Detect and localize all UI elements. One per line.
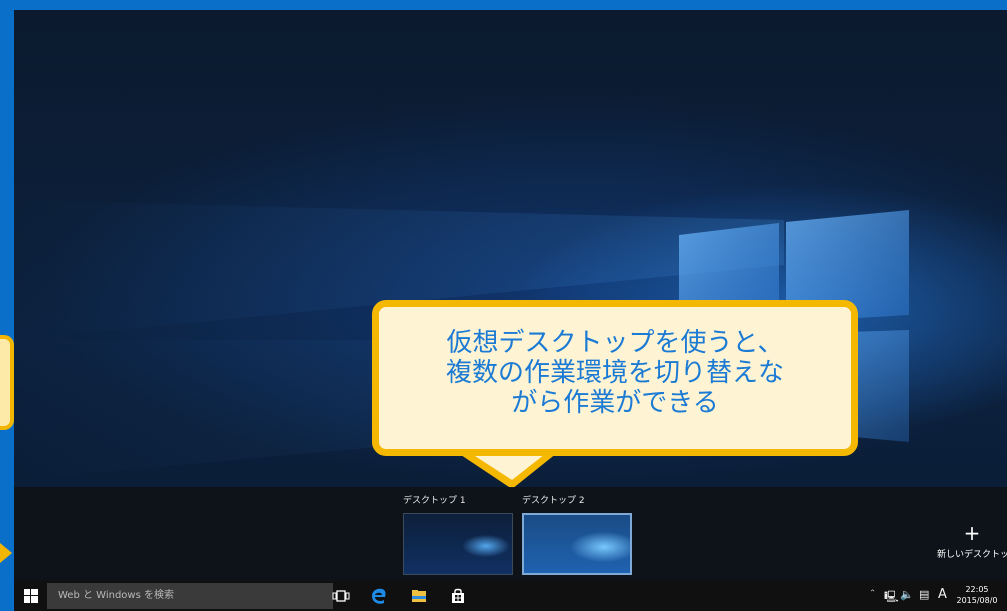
virtual-desktop-2-label: デスクトップ 2 [522,496,585,506]
clock-date: 2015/08/0 [956,596,998,605]
action-center-icon[interactable]: ▤ [919,588,929,601]
frame-left [0,0,14,611]
virtual-desktop-2-thumbnail[interactable] [522,513,632,575]
search-input[interactable]: Web と Windows を検索 [47,583,333,609]
taskbar: Web と Windows を検索 ＾ 🖳 🔈 ▤ A 22:05 2015/0… [14,581,1007,611]
callout-line-1: 仮想デスクトップを使うと、 [446,328,784,358]
new-desktop-label: 新しいデスクトップ [937,550,1007,560]
virtual-desktop-2[interactable]: デスクトップ 2 [522,494,632,575]
network-icon[interactable]: 🖳 [884,588,899,607]
virtual-desktop-1-thumbnail[interactable] [403,513,513,575]
partial-callout-left [0,335,14,430]
volume-icon[interactable]: 🔈 [900,588,914,601]
new-desktop-button[interactable]: + 新しいデスクトップ [937,523,1007,560]
callout-line-3: がら作業ができる [511,388,719,418]
explanation-callout: 仮想デスクトップを使うと、 複数の作業環境を切り替えな がら作業ができる [372,300,858,456]
task-view-strip: デスクトップ 1 デスクトップ 2 + 新しいデスクトップ [14,487,1007,581]
plus-icon: + [963,521,981,545]
chevron-up-icon[interactable]: ＾ [867,588,878,604]
file-explorer-icon[interactable] [410,587,428,605]
task-view-icon[interactable] [332,587,350,605]
windows-logo-icon[interactable] [24,589,38,603]
frame-top [0,0,1007,10]
clock-time: 22:05 [965,585,989,594]
clock[interactable]: 22:05 2015/08/0 [947,584,1007,606]
edge-icon[interactable] [370,587,388,605]
system-tray: ＾ 🖳 🔈 ▤ A 22:05 2015/08/0 [867,581,1007,611]
virtual-desktop-1-label: デスクトップ 1 [403,496,466,506]
virtual-desktop-1[interactable]: デスクトップ 1 [403,494,513,575]
store-icon[interactable] [449,587,467,605]
pointer-arrow-icon [0,543,12,563]
ime-indicator[interactable]: A [938,587,947,602]
callout-line-2: 複数の作業環境を切り替えな [445,358,784,388]
